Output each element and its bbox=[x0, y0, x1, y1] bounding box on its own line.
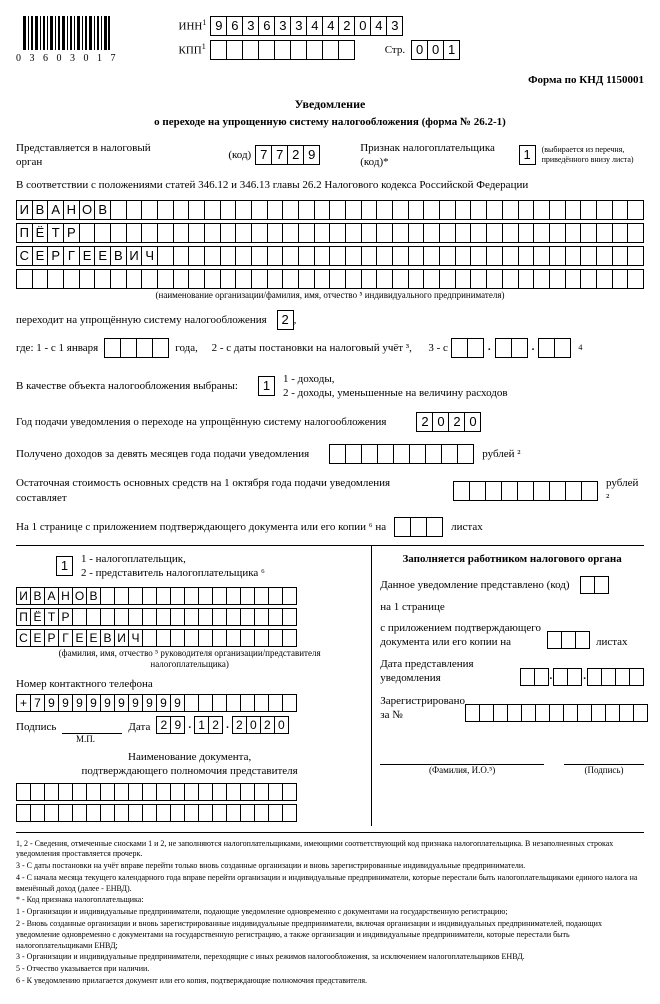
r3a: с приложением подтверждающего bbox=[380, 621, 541, 635]
who-1: 1 - налогоплательщик, bbox=[81, 552, 265, 566]
object-cell: 1 bbox=[258, 376, 275, 396]
name-row-3: СЕРГЕЕВИЧ bbox=[16, 246, 644, 266]
org-text: Представляется в налоговый орган bbox=[16, 141, 168, 170]
pages-b: листах bbox=[451, 520, 483, 534]
sign-label: Подпись bbox=[16, 720, 56, 734]
where-mid: года, 2 - с даты постановки на налоговый… bbox=[175, 341, 448, 355]
page-cells: 001 bbox=[411, 40, 460, 60]
sign-cell: 1 bbox=[519, 145, 536, 165]
taxpayer-sign: Признак налогоплательщика (код)* bbox=[360, 141, 514, 170]
sign-line bbox=[62, 721, 122, 734]
sig2: (Подпись) bbox=[564, 765, 644, 777]
r5b: за № bbox=[380, 708, 465, 722]
date-label: Дата bbox=[128, 720, 150, 734]
left-n2: ПЁТР bbox=[16, 608, 363, 626]
kpp-label: КПП1 bbox=[179, 42, 206, 58]
object-opt1: 1 - доходы, bbox=[283, 372, 508, 386]
title-1: Уведомление bbox=[16, 97, 644, 113]
r4b: уведомления bbox=[380, 671, 473, 685]
org-code-cells: 7729 bbox=[255, 145, 320, 165]
pages-cells bbox=[394, 517, 443, 537]
page-label: Стр. bbox=[385, 43, 405, 57]
doc-title: Наименование документа, подтверждающего … bbox=[16, 750, 363, 779]
r3c: листах bbox=[596, 635, 628, 649]
where-year bbox=[104, 338, 169, 358]
income-text: Получено доходов за девять месяцев года … bbox=[16, 447, 309, 461]
barcode-number: 0 3 6 0 3 0 1 7 bbox=[16, 52, 119, 65]
phone-cells: +79999999999 bbox=[16, 694, 363, 712]
form-code: Форма по КНД 1150001 bbox=[16, 73, 644, 87]
barcode: 0 3 6 0 3 0 1 7 bbox=[16, 16, 119, 65]
object-text: В качестве объекта налогообложения выбра… bbox=[16, 379, 238, 393]
right-title: Заполняется работником налогового органа bbox=[380, 552, 644, 566]
who-2: 2 - представитель налогоплательщика ⁶ bbox=[81, 566, 265, 580]
inn-label: ИНН1 bbox=[179, 18, 207, 34]
footnotes: 1, 2 - Сведения, отмеченные сносками 1 и… bbox=[16, 839, 644, 987]
title-2: о переходе на упрощенную систему налогоо… bbox=[16, 115, 644, 129]
law-text: В соответствии с положениями статей 346.… bbox=[16, 178, 644, 192]
pages-a: На 1 странице с приложением подтверждающ… bbox=[16, 520, 386, 534]
code-label: (код) bbox=[228, 148, 251, 162]
r4a: Дата представления bbox=[380, 657, 473, 671]
inn-cells: 963633442043 bbox=[210, 16, 403, 36]
where-pre: где: 1 - с 1 января bbox=[16, 341, 98, 355]
income-unit: рублей ² bbox=[482, 447, 520, 461]
name-row-4 bbox=[16, 269, 644, 289]
residual-text: Остаточная стоимость основных средств на… bbox=[16, 476, 439, 505]
name-row-1: ИВАНОВ bbox=[16, 200, 644, 220]
income-cells bbox=[329, 444, 474, 464]
fio-note: (фамилия, имя, отчество ⁵ руководителя о… bbox=[16, 648, 363, 671]
sig1: (Фамилия, И.О.⁵) bbox=[380, 765, 544, 777]
left-n3: СЕРГЕЕВИЧ bbox=[16, 629, 363, 647]
year-cells: 2020 bbox=[416, 412, 481, 432]
left-n1: ИВАНОВ bbox=[16, 587, 363, 605]
object-opt2: 2 - доходы, уменьшенные на величину расх… bbox=[283, 386, 508, 400]
goto-cell: 2 bbox=[277, 310, 294, 330]
kpp-cells bbox=[210, 40, 355, 60]
who-cell: 1 bbox=[56, 556, 73, 576]
name-note: (наименование организации/фамилия, имя, … bbox=[16, 290, 644, 302]
phone-label: Номер контактного телефона bbox=[16, 677, 363, 691]
residual-unit: рублей ² bbox=[606, 476, 644, 505]
year-text: Год подачи уведомления о переходе на упр… bbox=[16, 415, 386, 429]
r2: на 1 странице bbox=[380, 600, 644, 614]
name-row-2: ПЁТР bbox=[16, 223, 644, 243]
mp: М.П. bbox=[76, 734, 363, 746]
r1: Данное уведомление представлено (код) bbox=[380, 578, 569, 592]
sign-hint: (выбирается из перечня, приведённого вни… bbox=[542, 145, 644, 165]
r3b: документа или его копии на bbox=[380, 635, 541, 649]
r5a: Зарегистрировано bbox=[380, 694, 465, 708]
residual-cells bbox=[453, 481, 598, 501]
goto-text: переходит на упрощённую систему налогооб… bbox=[16, 313, 267, 327]
